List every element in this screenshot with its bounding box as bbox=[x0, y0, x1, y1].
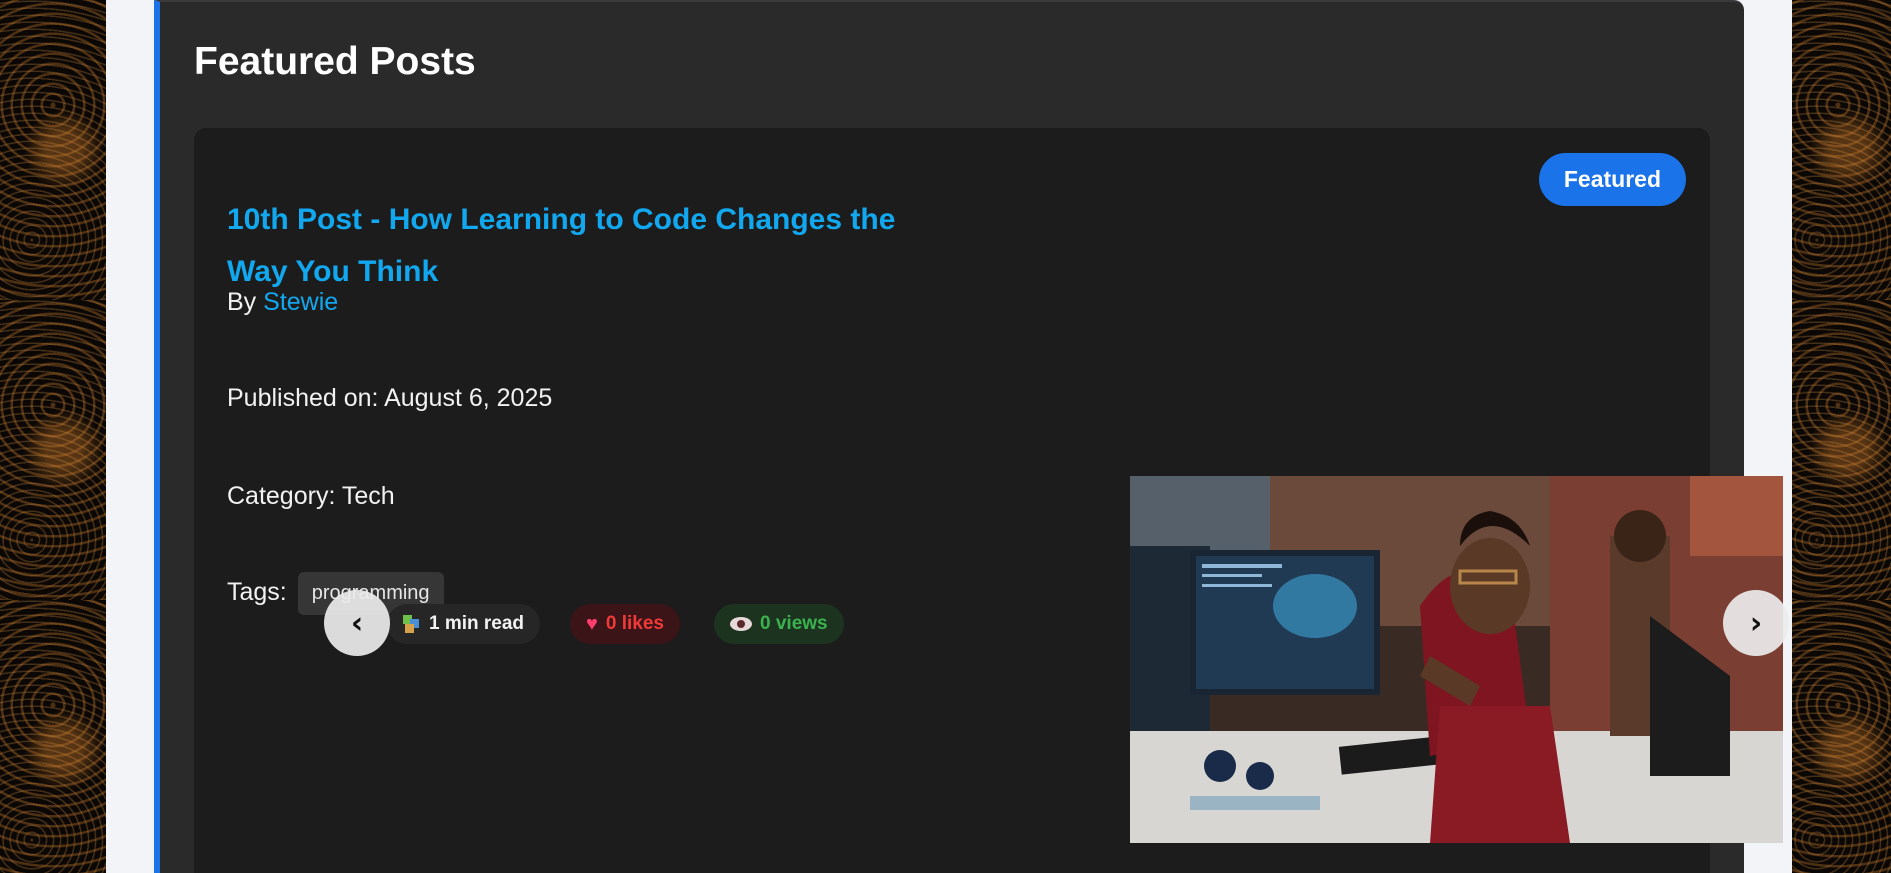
views-stat: 0 views bbox=[714, 604, 844, 644]
carousel-next-button[interactable]: › bbox=[1723, 590, 1789, 656]
read-time-text: 1 min read bbox=[429, 613, 525, 634]
likes-stat[interactable]: ♥ 0 likes bbox=[570, 604, 680, 644]
books-icon bbox=[403, 615, 421, 633]
read-time-stat: 1 min read bbox=[387, 604, 541, 644]
page-container: Featured Posts Featured 10th Post - How … bbox=[106, 0, 1792, 873]
section-title: Featured Posts bbox=[194, 40, 476, 83]
post-category: Category: Tech bbox=[227, 482, 395, 510]
background-pattern-left bbox=[0, 0, 106, 873]
eye-icon bbox=[730, 617, 752, 631]
heart-icon: ♥ bbox=[586, 612, 598, 635]
by-label: By bbox=[227, 288, 257, 316]
post-author-line: By Stewie bbox=[227, 288, 338, 317]
background-pattern-right bbox=[1785, 0, 1891, 873]
post-image bbox=[1130, 476, 1783, 843]
tags-label: Tags: bbox=[227, 578, 287, 607]
views-text: 0 views bbox=[760, 613, 828, 634]
published-date: Published on: August 6, 2025 bbox=[227, 384, 553, 412]
post-image-illustration bbox=[1130, 476, 1783, 843]
featured-badge: Featured bbox=[1538, 153, 1686, 206]
likes-text: 0 likes bbox=[605, 613, 664, 634]
post-title-link[interactable]: 10th Post - How Learning to Code Changes… bbox=[227, 194, 947, 298]
author-link[interactable]: Stewie bbox=[263, 288, 338, 316]
carousel-prev-button[interactable]: ‹ bbox=[324, 590, 390, 656]
